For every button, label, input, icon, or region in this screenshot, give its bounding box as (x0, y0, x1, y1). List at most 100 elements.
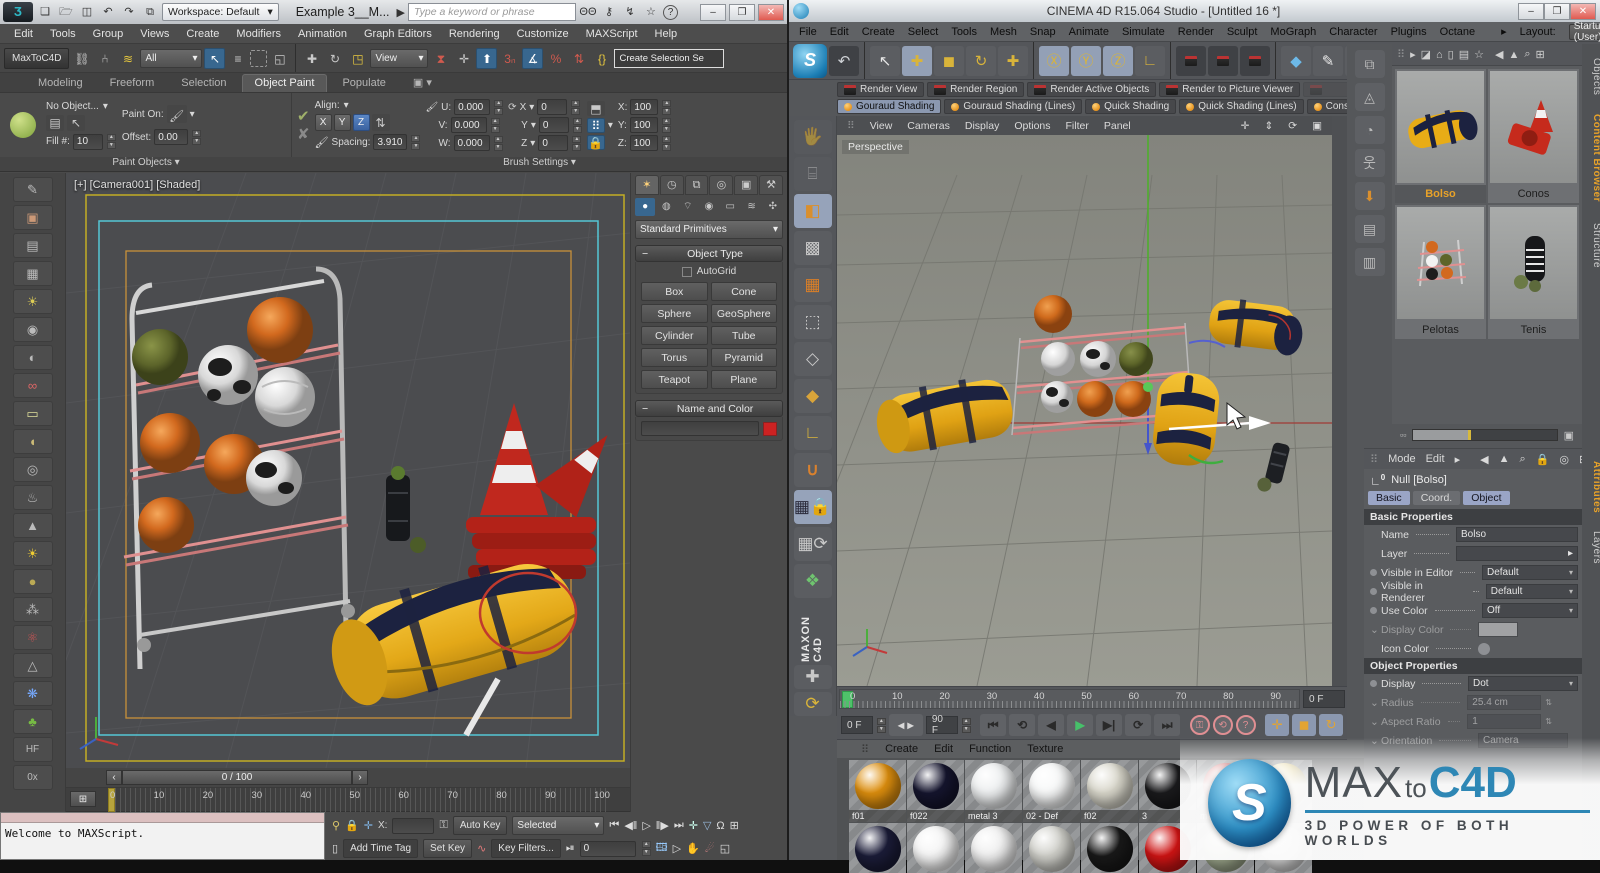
angle-snap-icon[interactable]: ∡ (522, 47, 544, 69)
tab-hierarchy-icon[interactable]: ⧉ (684, 175, 709, 195)
geosphere-button[interactable]: GeoSphere (710, 304, 777, 323)
tab-motion-icon[interactable]: ◎ (709, 175, 734, 195)
display-dropdown[interactable]: Dot (1468, 676, 1578, 691)
grid-toggle-icon[interactable]: 🖽 (656, 839, 668, 858)
x-coord-field[interactable] (392, 817, 435, 834)
go-to-start-icon[interactable]: ⏮ (980, 714, 1007, 736)
menu-tools[interactable]: Tools (50, 28, 76, 40)
brush-set-icon[interactable]: ❖ (793, 564, 832, 598)
sphere-button[interactable]: Sphere (641, 304, 708, 323)
lock-x-axis-icon[interactable]: Ⓧ (1039, 45, 1069, 76)
anim-dot-icon[interactable] (1370, 680, 1377, 687)
material-item[interactable] (965, 823, 1022, 873)
helpers-icon[interactable]: ▭ (720, 198, 741, 216)
track-bar[interactable]: ⊞ 0 10 20 30 40 50 60 70 80 90 100 (66, 788, 630, 812)
vp-rotate-icon[interactable]: ⟳ (1288, 120, 1297, 132)
end-frame-field[interactable]: 90 F (925, 714, 958, 736)
cone-button[interactable]: Cone (710, 282, 777, 301)
vp-zoom-icon[interactable]: ⇕ (1264, 120, 1273, 132)
material-item[interactable] (907, 823, 964, 873)
tab-attributes[interactable]: Attributes (1582, 454, 1600, 520)
plus-icon[interactable]: ✚ (793, 665, 832, 689)
asset-bolso[interactable]: Bolso (1395, 69, 1486, 203)
workplane-mode-icon[interactable]: ▦⟳ (793, 527, 832, 561)
play-icon[interactable]: ▶ (1067, 714, 1094, 736)
open-minigraph-icon[interactable]: ⊞ (70, 791, 96, 807)
material-item[interactable]: f02 (1081, 760, 1138, 822)
c4d-close-button[interactable]: ✕ (1570, 2, 1596, 20)
viewport-camera-label[interactable]: Perspective (842, 140, 909, 154)
c4d-minimize-button[interactable]: – (1518, 2, 1544, 20)
vp-pan-icon[interactable]: ✛ (1241, 120, 1250, 132)
frame-step-buttons[interactable]: ◂ ▸ (888, 714, 923, 736)
zoom-extents-icon[interactable]: ▽ (703, 819, 711, 832)
shapes-icon[interactable]: ◍ (656, 198, 677, 216)
live-selection-icon[interactable]: ↖ (870, 45, 900, 76)
key-scale-icon[interactable]: ◼ (1292, 714, 1317, 736)
go-start-icon[interactable]: ⏮ (609, 819, 619, 832)
asset-conos[interactable]: Conos (1488, 69, 1579, 203)
teapot-button[interactable]: Teapot (641, 370, 708, 389)
scale-x-field[interactable]: 100 (630, 99, 659, 115)
attr-target-icon[interactable]: ◎ (1559, 453, 1569, 466)
systems-icon[interactable]: ✣ (762, 198, 783, 216)
material-item[interactable]: metal 3 (965, 760, 1022, 822)
maxscript-mini-listener[interactable]: Welcome to MAXScript. (0, 812, 325, 860)
lock-scale-icon[interactable]: 🔒 (586, 134, 605, 150)
key-rotation-icon[interactable]: ↻ (1319, 714, 1344, 736)
mat-menu-texture[interactable]: Texture (1027, 743, 1063, 755)
minimize-button[interactable]: – (700, 3, 726, 21)
light-lister-icon[interactable]: ☀ (12, 289, 53, 314)
orbit-icon[interactable]: Ω (716, 820, 724, 832)
save-icon[interactable]: ◫ (78, 3, 96, 21)
help-icon[interactable]: ? (662, 4, 678, 20)
edges-mode-icon[interactable]: ◇ (793, 342, 832, 376)
wrench-icon[interactable]: ⚷ (600, 3, 618, 21)
align-y-button[interactable]: Y (333, 114, 351, 131)
rot-y-field[interactable]: 0 (538, 117, 569, 133)
menu-plugins[interactable]: Plugins (1391, 26, 1427, 38)
cancel-x-icon[interactable]: ✘ (297, 125, 310, 143)
time-fwd-arrow[interactable]: › (352, 770, 368, 785)
vp-menu-options[interactable]: Options (1014, 120, 1050, 132)
rot-x-field[interactable]: 0 (537, 99, 568, 115)
tube-button[interactable]: Tube (710, 326, 777, 345)
menu-mograph[interactable]: MoGraph (1270, 26, 1316, 38)
key-step-icon[interactable]: ⏯ (566, 842, 575, 855)
menu-graph-editors[interactable]: Graph Editors (364, 28, 432, 40)
menu-octane[interactable]: Octane (1440, 26, 1475, 38)
menu-modifiers[interactable]: Modifiers (236, 28, 281, 40)
play-expand-icon[interactable]: ▶ (397, 6, 405, 19)
percent-snap-icon[interactable]: % (545, 47, 567, 69)
binoculars-icon[interactable]: ΘΘ (579, 3, 597, 21)
selection-filter-dropdown[interactable]: All ▾ (140, 48, 203, 68)
spacing-field[interactable]: 3.910 (373, 134, 408, 150)
menu-views[interactable]: Views (140, 28, 169, 40)
sphere-primitive-icon[interactable]: ● (12, 569, 53, 594)
attr-lock-icon[interactable]: 🔒 (1536, 453, 1550, 466)
select-link-icon[interactable]: ⛓ (71, 47, 93, 69)
box-button[interactable]: Box (641, 282, 708, 301)
object-manager-icon[interactable]: ⧉ (1354, 50, 1385, 78)
menu-create[interactable]: Create (862, 26, 895, 38)
tab-modeling[interactable]: Modeling (26, 75, 95, 92)
uniform-scale-icon[interactable]: ⠿ (586, 117, 605, 133)
document2-icon[interactable]: ▥ (1354, 248, 1385, 276)
tab-populate[interactable]: Populate (330, 75, 397, 92)
gouraud-shading-button[interactable]: Gouraud Shading (837, 99, 942, 114)
dome-primitive-icon[interactable]: ◖ (12, 429, 53, 454)
menu-character[interactable]: Character (1329, 26, 1377, 38)
add-spline-icon[interactable]: ✎ (1313, 45, 1343, 76)
key-filters-button[interactable]: Key Filters... (491, 839, 561, 858)
menu-help[interactable]: Help (655, 28, 678, 40)
ribbon-config-icon[interactable]: ▣ ▾ (401, 74, 444, 92)
dope-sheet-icon[interactable]: ▦ (12, 261, 53, 286)
redo-icon[interactable]: ↷ (120, 3, 138, 21)
character-icon[interactable]: 웃 (1354, 149, 1385, 177)
selected-dropdown[interactable]: Selected ▾ (512, 816, 605, 835)
cameras-icon[interactable]: ◉ (698, 198, 720, 216)
maxtoc4d-button[interactable]: MaxToC4D (4, 47, 70, 69)
lock-selection-icon[interactable]: 🔒 (345, 819, 359, 832)
attr-menu-mode[interactable]: Mode (1388, 453, 1416, 465)
next-frame-icon[interactable]: ‖▶ (656, 819, 669, 832)
